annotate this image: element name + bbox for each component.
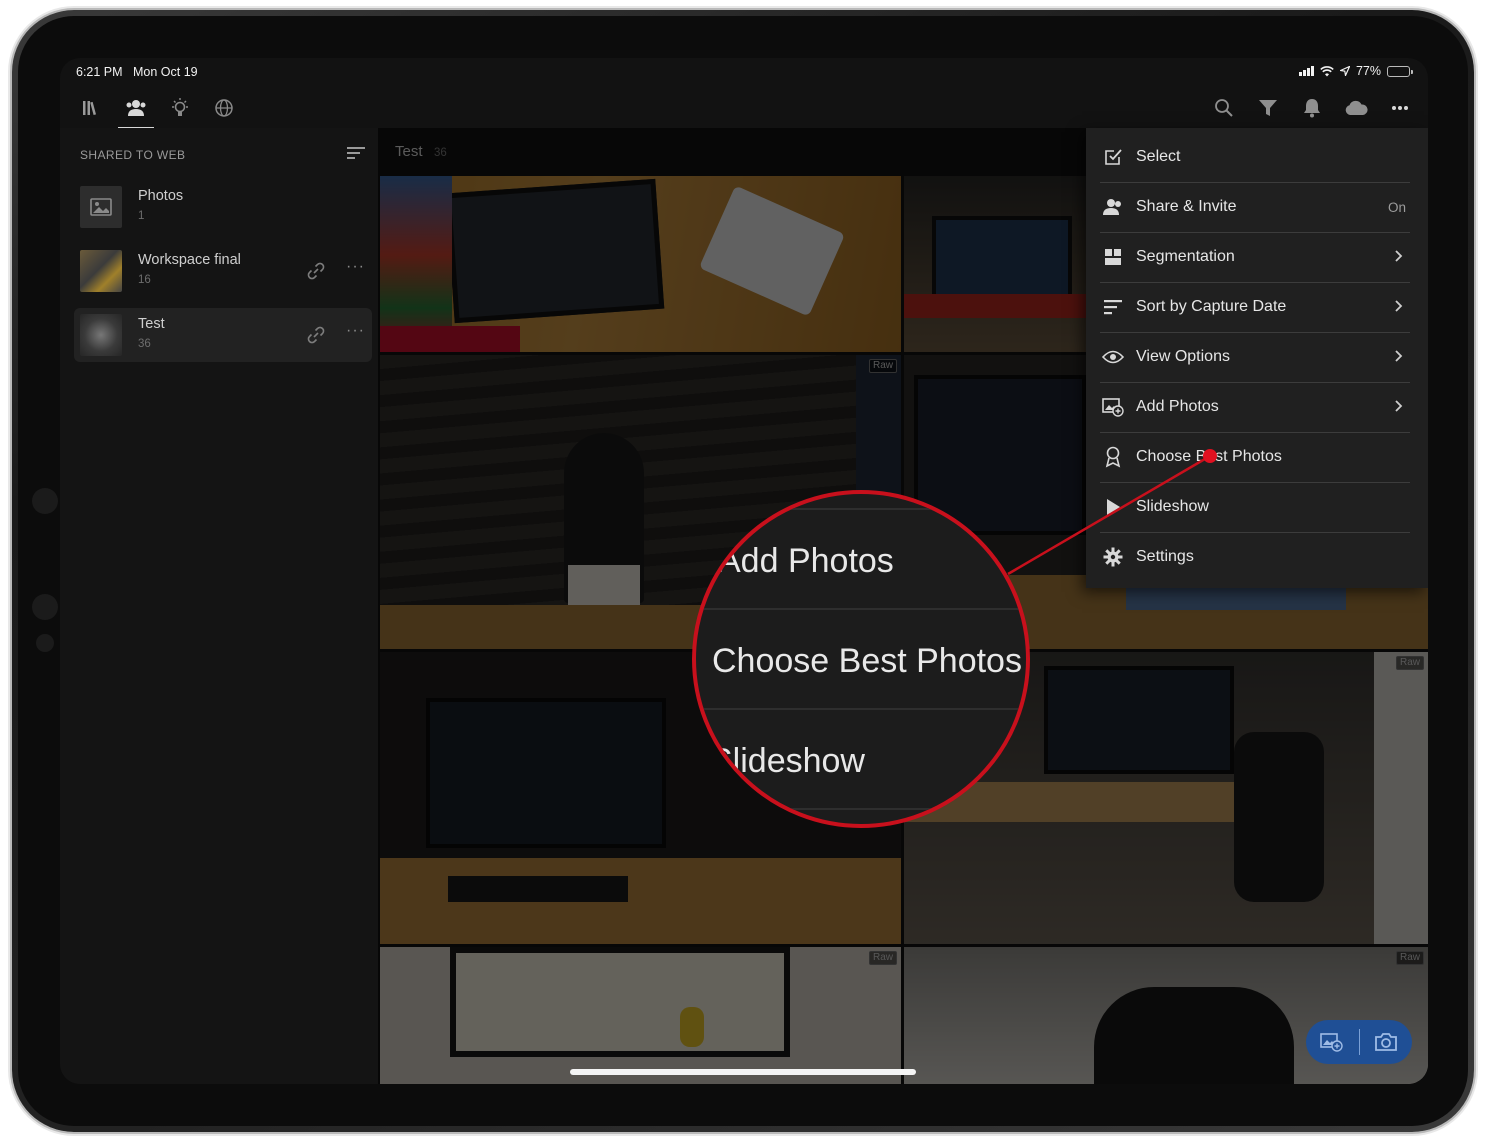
magnified-add-photos: Add Photos bbox=[718, 542, 894, 580]
camera-icon[interactable] bbox=[1359, 1020, 1412, 1064]
add-photo-icon[interactable] bbox=[1306, 1020, 1359, 1064]
device-side-button bbox=[32, 488, 58, 514]
magnifier-divider bbox=[696, 608, 1026, 610]
add-photos-fab-group bbox=[1306, 1020, 1412, 1064]
magnifier-divider bbox=[696, 808, 1026, 810]
magnifier-callout: Add Photos Choose Best Photos Slideshow bbox=[692, 490, 1030, 828]
magnified-choose-best-photos: Choose Best Photos bbox=[712, 642, 1022, 680]
magnifier-divider bbox=[696, 708, 1026, 710]
app-screen: 6:21 PM Mon Oct 19 77% SHARED TO WEB Pho… bbox=[60, 58, 1428, 1084]
device-side-button bbox=[36, 634, 54, 652]
magnified-slideshow: Slideshow bbox=[710, 742, 865, 780]
magnifier-divider bbox=[696, 508, 1026, 510]
device-side-button bbox=[32, 594, 58, 620]
home-indicator bbox=[570, 1069, 916, 1075]
